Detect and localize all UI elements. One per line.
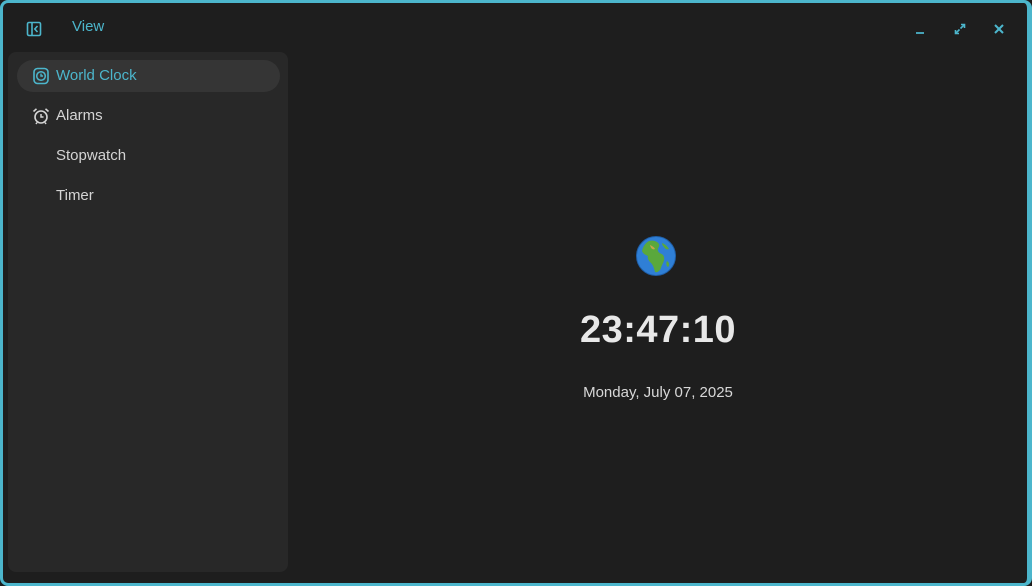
sidebar-item-label: Stopwatch bbox=[56, 147, 127, 164]
minimize-button[interactable] bbox=[908, 17, 932, 41]
view-menu[interactable]: View bbox=[72, 18, 104, 35]
sidebar-item-stopwatch[interactable]: Stopwatch bbox=[17, 140, 280, 172]
world-clock-icon bbox=[31, 66, 51, 86]
sidebar-toggle-icon bbox=[26, 21, 42, 37]
main-content: 23:47:10 Monday, July 07, 2025 bbox=[288, 52, 1027, 583]
sidebar-item-timer[interactable]: Timer bbox=[17, 180, 280, 212]
maximize-icon bbox=[954, 23, 966, 35]
title-bar: View bbox=[3, 3, 1027, 53]
clock-date: Monday, July 07, 2025 bbox=[583, 384, 733, 401]
sidebar-item-alarms[interactable]: Alarms bbox=[17, 100, 280, 132]
sidebar-toggle-button[interactable] bbox=[21, 16, 47, 42]
sidebar-item-label: Alarms bbox=[56, 107, 103, 124]
globe-icon bbox=[635, 235, 677, 277]
close-icon bbox=[994, 24, 1004, 34]
app-window: View World Clock Alarms Stopwatch Timer … bbox=[0, 0, 1032, 586]
close-button[interactable] bbox=[987, 17, 1011, 41]
minimize-icon bbox=[916, 32, 924, 34]
sidebar-item-world-clock[interactable]: World Clock bbox=[17, 60, 280, 92]
alarm-icon bbox=[31, 106, 51, 126]
sidebar-item-label: Timer bbox=[56, 187, 94, 204]
clock-time: 23:47:10 bbox=[579, 309, 737, 351]
sidebar-item-label: World Clock bbox=[56, 67, 137, 84]
sidebar: World Clock Alarms Stopwatch Timer bbox=[8, 52, 288, 572]
maximize-button[interactable] bbox=[948, 17, 972, 41]
